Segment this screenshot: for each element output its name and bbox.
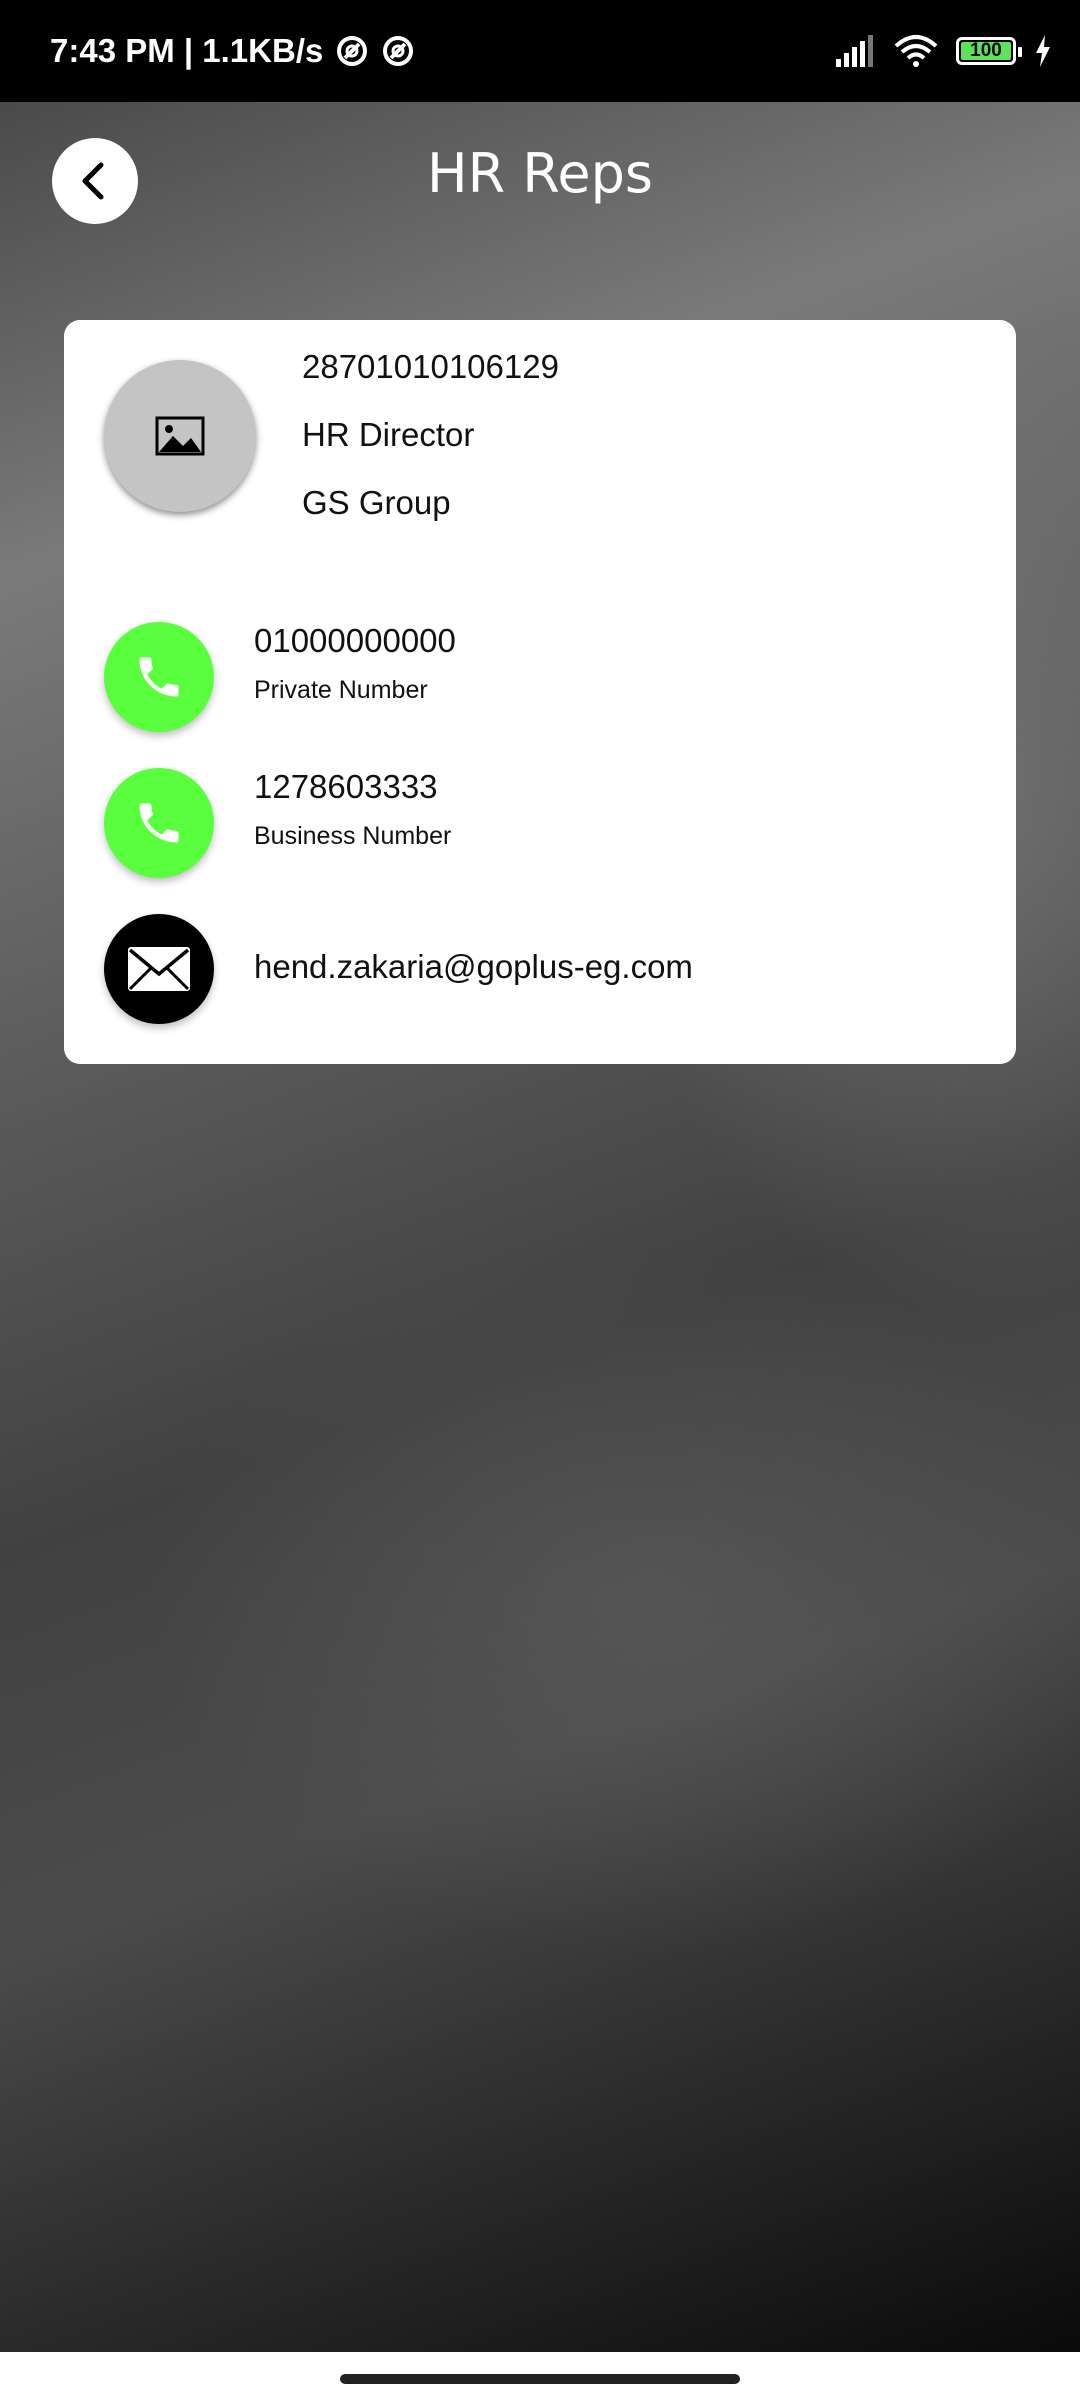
page-title: HR Reps xyxy=(426,142,654,205)
id-number: 28701010106129 xyxy=(302,348,559,385)
call-business-button[interactable] xyxy=(104,768,214,878)
job-title: HR Director xyxy=(302,416,475,453)
image-placeholder-icon xyxy=(155,416,205,456)
status-right: 100 xyxy=(834,0,1052,102)
hr-rep-card: 28701010106129 HR Director GS Group 0100… xyxy=(64,320,1016,1064)
private-number-label: Private Number xyxy=(254,676,428,704)
notification-icon-2 xyxy=(383,36,414,66)
private-number-value[interactable]: 01000000000 xyxy=(254,622,456,660)
company-name: GS Group xyxy=(302,484,451,521)
phone-icon xyxy=(139,803,179,843)
phone-icon xyxy=(139,657,179,697)
mail-icon xyxy=(128,947,190,991)
status-left: 7:43 PM | 1.1KB/s xyxy=(50,0,415,102)
status-bar: 7:43 PM | 1.1KB/s 100 xyxy=(0,0,1080,102)
business-number-label: Business Number xyxy=(254,822,452,850)
email-button[interactable] xyxy=(104,914,214,1024)
contact-row-email[interactable]: hend.zakaria@goplus-eg.com xyxy=(104,914,693,1024)
notification-icon xyxy=(337,36,368,66)
charging-icon xyxy=(1036,35,1050,67)
contact-row-business[interactable]: 1278603333 Business Number xyxy=(104,768,451,878)
home-gesture-handle[interactable] xyxy=(340,2374,740,2384)
contact-row-private[interactable]: 01000000000 Private Number xyxy=(104,622,456,732)
status-time-speed: 7:43 PM | 1.1KB/s xyxy=(50,32,324,69)
email-address[interactable]: hend.zakaria@goplus-eg.com xyxy=(254,948,693,986)
navigation-bar xyxy=(0,2352,1080,2400)
wifi-icon xyxy=(894,35,938,67)
battery-level: 100 xyxy=(970,40,1002,61)
app-screen: HR Reps 28701010106129 HR Director GS Gr… xyxy=(0,102,1080,2352)
avatar xyxy=(104,360,256,512)
signal-icon xyxy=(836,35,873,67)
business-number-value[interactable]: 1278603333 xyxy=(254,768,438,806)
call-private-button[interactable] xyxy=(104,622,214,732)
battery-indicator: 100 xyxy=(956,37,1022,65)
